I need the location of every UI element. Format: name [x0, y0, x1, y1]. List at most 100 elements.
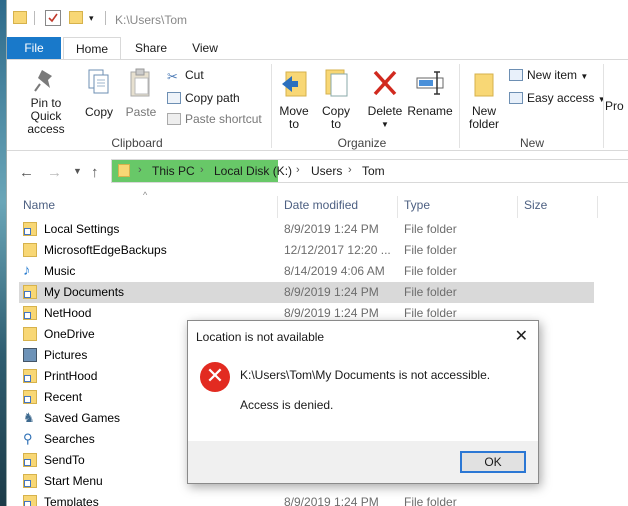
- copy-path-label: Copy path: [185, 91, 240, 105]
- file-type: File folder: [404, 243, 457, 257]
- new-folder-button[interactable]: New folder: [463, 68, 505, 131]
- column-header-name[interactable]: Name: [23, 198, 55, 220]
- copy-to-label: Copy to: [321, 104, 350, 131]
- pin-to-quick-access-button[interactable]: Pin to Quick access: [11, 68, 81, 136]
- breadcrumb-this-pc[interactable]: This PC: [152, 164, 195, 178]
- column-header-type[interactable]: Type: [404, 198, 430, 220]
- paste-shortcut-button[interactable]: Paste shortcut: [167, 112, 262, 126]
- file-row[interactable]: ♪ Music 8/14/2019 4:06 AM File folder: [19, 261, 594, 282]
- sort-ascending-icon: ^: [143, 190, 148, 200]
- breadcrumb-users[interactable]: Users: [311, 164, 342, 178]
- folder-shortcut-icon: [23, 453, 37, 467]
- copy-path-icon: [167, 92, 181, 104]
- file-type: File folder: [404, 306, 457, 320]
- folder-icon: [118, 164, 130, 177]
- saved-games-icon: ♞: [23, 410, 35, 425]
- new-folder-label: New folder: [468, 104, 500, 131]
- file-row[interactable]: Templates 8/9/2019 1:24 PM File folder: [19, 492, 594, 506]
- title-bar: ▾ K:\Users\Tom: [7, 0, 628, 38]
- delete-button[interactable]: Delete ▼: [365, 68, 405, 131]
- copy-icon: [88, 69, 109, 94]
- file-name: Local Settings: [44, 222, 120, 236]
- tab-file[interactable]: File: [7, 37, 61, 60]
- folder-icon: [13, 11, 27, 24]
- file-name: Saved Games: [44, 411, 121, 425]
- paste-label: Paste: [125, 105, 157, 119]
- explorer-window: ▾ K:\Users\Tom File Home Share View Pin …: [6, 0, 628, 506]
- rename-button[interactable]: Rename: [407, 68, 453, 118]
- search-icon: ⚲: [23, 431, 33, 446]
- tab-home[interactable]: Home: [63, 37, 121, 60]
- properties-button[interactable]: Pro: [605, 100, 628, 113]
- easy-access-button[interactable]: Easy access ▼: [509, 91, 606, 105]
- tab-share[interactable]: Share: [131, 37, 171, 60]
- copy-to-button[interactable]: Copy to: [317, 68, 355, 131]
- file-date: 8/14/2019 4:06 AM: [284, 264, 385, 278]
- file-type: File folder: [404, 495, 457, 506]
- recent-locations-chevron-icon[interactable]: ▼: [73, 166, 82, 176]
- folder-shortcut-icon: [23, 474, 37, 488]
- move-to-button[interactable]: Move to: [275, 68, 313, 131]
- new-item-button[interactable]: New item ▼: [509, 68, 588, 82]
- file-row[interactable]: Local Settings 8/9/2019 1:24 PM File folde…: [19, 219, 594, 240]
- column-divider[interactable]: [597, 196, 598, 218]
- new-folder-quick-icon[interactable]: [69, 11, 83, 24]
- breadcrumb-chevron-icon[interactable]: ›: [348, 164, 352, 176]
- copy-button[interactable]: Copy: [83, 68, 115, 119]
- file-name: Templates: [44, 495, 99, 506]
- breadcrumb-local-disk[interactable]: Local Disk (K:): [214, 164, 292, 178]
- tab-view[interactable]: View: [187, 37, 223, 60]
- close-icon[interactable]: ✕: [515, 326, 528, 346]
- ribbon-tabs: File Home Share View: [7, 37, 628, 60]
- copy-path-button[interactable]: Copy path: [167, 91, 240, 105]
- separator: [34, 11, 35, 25]
- customize-quick-access-icon[interactable]: ▾: [89, 13, 105, 29]
- up-arrow-icon[interactable]: ↑: [91, 164, 99, 181]
- address-bar[interactable]: › This PC › Local Disk (K:) › Users › To…: [111, 159, 628, 183]
- clipboard-group-label: Clipboard: [111, 136, 163, 150]
- pin-label: Pin to Quick access: [27, 96, 65, 136]
- breadcrumb-chevron-icon[interactable]: ›: [296, 164, 300, 176]
- file-name: PrintHood: [44, 369, 98, 383]
- group-separator: [271, 64, 272, 148]
- file-name: OneDrive: [44, 327, 95, 341]
- column-divider[interactable]: [277, 196, 278, 218]
- pictures-icon: [23, 348, 37, 362]
- breadcrumb-chevron-icon[interactable]: ›: [200, 164, 204, 176]
- paste-button[interactable]: Paste: [123, 68, 159, 119]
- folder-shortcut-icon: [23, 390, 37, 404]
- column-header-date-modified[interactable]: Date modified: [284, 198, 358, 220]
- dialog-message: K:\Users\Tom\My Documents is not accessi…: [240, 368, 491, 382]
- navigation-bar: ← → ▼ ↑ › This PC › Local Disk (K:) › Us…: [7, 152, 628, 190]
- error-dialog: Location is not available ✕ ✕ K:\Users\T…: [187, 320, 539, 484]
- paste-shortcut-label: Paste shortcut: [185, 112, 262, 126]
- delete-label: Delete: [367, 104, 403, 118]
- copy-label: Copy: [84, 105, 113, 119]
- file-date: 8/9/2019 1:24 PM: [284, 306, 379, 320]
- rename-icon: [416, 71, 444, 95]
- file-type: File folder: [404, 285, 457, 299]
- copy-to-icon: [325, 69, 348, 97]
- column-divider[interactable]: [517, 196, 518, 218]
- breadcrumb-chevron-icon[interactable]: ›: [138, 164, 142, 176]
- cut-button[interactable]: ✂ Cut: [167, 68, 204, 84]
- breadcrumb-tom[interactable]: Tom: [362, 164, 385, 178]
- file-name: Music: [44, 264, 76, 278]
- ok-button[interactable]: OK: [460, 451, 526, 473]
- rename-label: Rename: [407, 104, 453, 118]
- back-arrow-icon[interactable]: ←: [19, 164, 34, 181]
- file-date: 8/9/2019 1:24 PM: [284, 285, 379, 299]
- column-header-size[interactable]: Size: [524, 198, 547, 220]
- dialog-title: Location is not available: [196, 330, 325, 344]
- file-name: Searches: [44, 432, 95, 446]
- easy-access-icon: [509, 92, 523, 104]
- column-divider[interactable]: [397, 196, 398, 218]
- file-date: 8/9/2019 1:24 PM: [284, 222, 379, 236]
- dialog-detail: Access is denied.: [240, 398, 334, 412]
- move-to-icon: [282, 71, 307, 97]
- file-row[interactable]: MicrosoftEdgeBackups 12/12/2017 12:20 ...…: [19, 240, 594, 261]
- forward-arrow-icon[interactable]: →: [47, 164, 62, 181]
- paste-shortcut-icon: [167, 113, 181, 125]
- properties-check-icon[interactable]: [45, 10, 61, 26]
- file-row[interactable]: My Documents 8/9/2019 1:24 PM File folder: [19, 282, 594, 303]
